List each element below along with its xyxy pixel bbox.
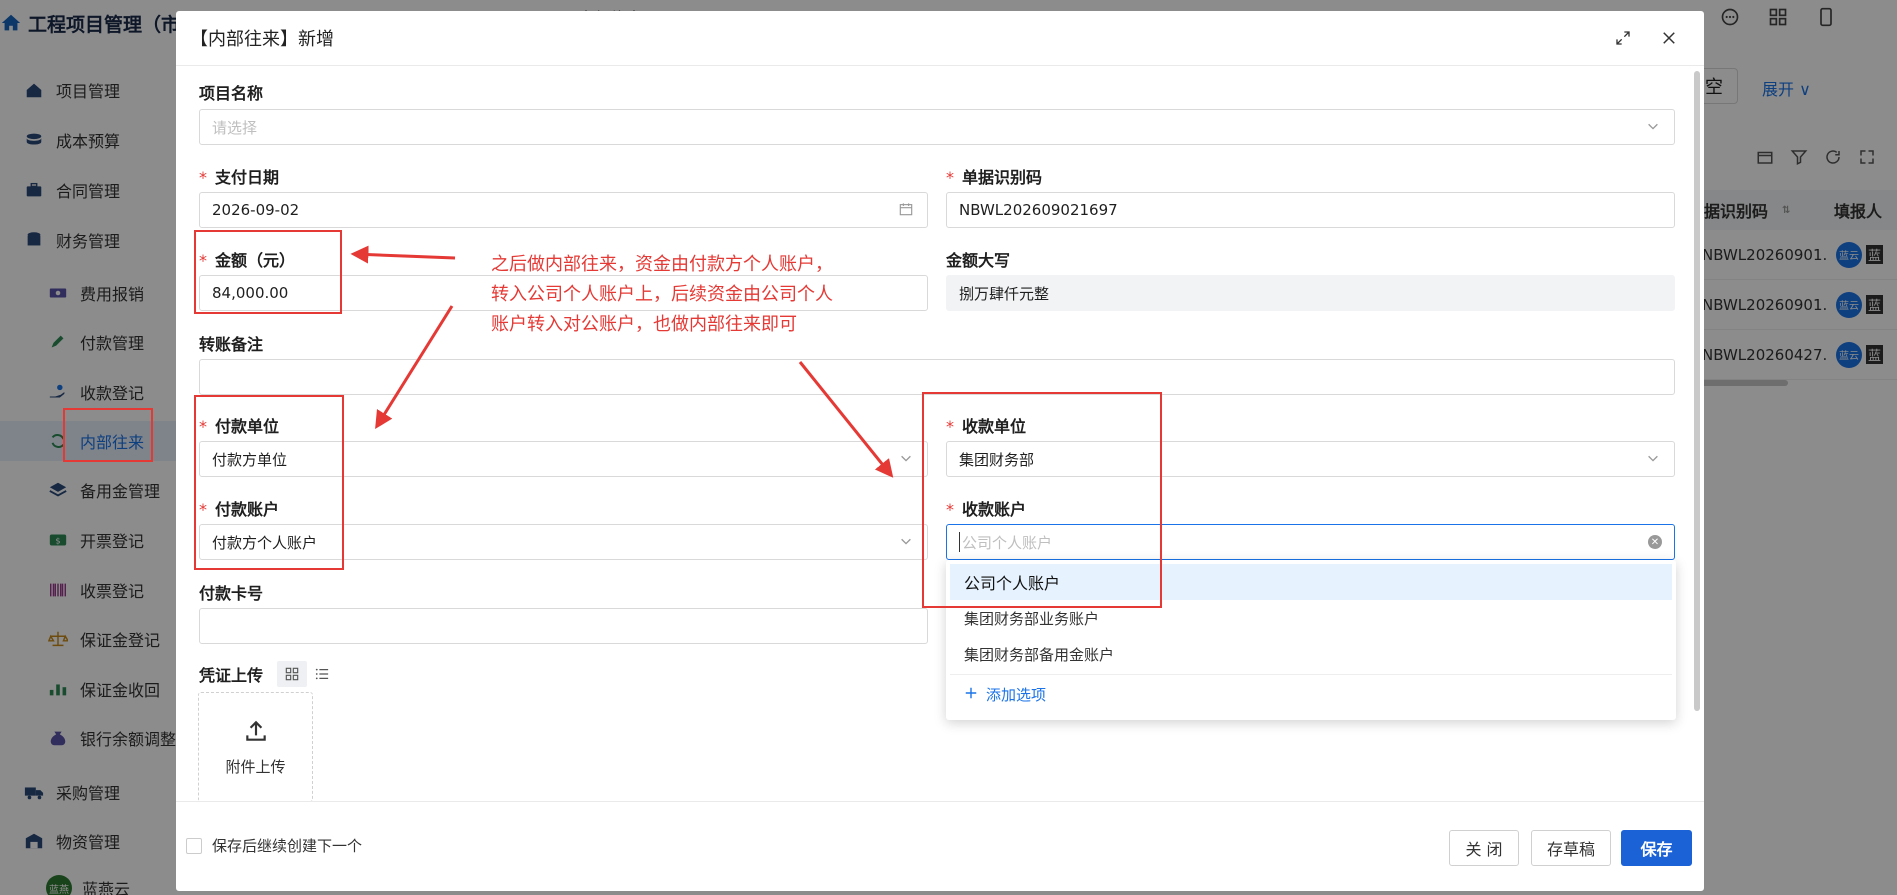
required-mark: * [199,251,207,270]
dropdown-option[interactable]: 公司个人账户 [950,564,1672,600]
modal-scrollbar[interactable] [1694,71,1700,711]
grid-view-icon[interactable] [277,661,307,687]
pay-date-value: 2026-09-02 [212,201,300,219]
payer-unit-label-text: 付款单位 [215,417,280,436]
annotation-line: 之后做内部往来，资金由付款方个人账户， [491,254,833,275]
required-mark: * [946,168,954,187]
payer-account-select[interactable]: 付款方个人账户 [199,524,928,560]
voucher-upload-label: 凭证上传 [199,666,264,685]
payer-account-label-text: 付款账户 [215,500,280,519]
doc-code-label: * 单据识别码 [946,164,1042,188]
card-no-label: 付款卡号 [199,584,264,603]
dropdown-option[interactable]: 集团财务部备用金账户 [950,636,1672,672]
payer-unit-select[interactable]: 付款方单位 [199,441,928,477]
list-view-icon[interactable] [307,661,337,687]
dropdown-option[interactable]: 集团财务部业务账户 [950,600,1672,636]
project-name-label: 项目名称 [199,84,264,103]
amount-label-text: 金额（元） [215,251,296,270]
payer-unit-value: 付款方单位 [212,450,288,469]
project-name-select[interactable]: 请选择 [199,109,1675,145]
payer-account-label: * 付款账户 [199,496,279,520]
payee-account-dropdown: 公司个人账户 集团财务部业务账户 集团财务部备用金账户 添加选项 [946,560,1676,720]
doc-code-value: NBWL202609021697 [959,201,1118,219]
attachment-upload-box[interactable]: 附件上传 [198,692,313,802]
upload-label: 附件上传 [225,757,286,776]
modal-footer: 保存后继续创建下一个 关 闭 存草稿 保存 [176,801,1704,891]
required-mark: * [199,168,207,187]
upload-icon [243,718,269,744]
amount-upper-field: 捌万肆仟元整 [946,275,1675,311]
transfer-remark-input[interactable] [199,359,1675,395]
payee-account-select[interactable]: 公司个人账户 ✕ [946,524,1675,560]
pay-date-label-text: 支付日期 [215,168,280,187]
amount-label: * 金额（元） [199,247,295,271]
text-caret [959,532,960,552]
payer-account-value: 付款方个人账户 [212,533,318,552]
plus-icon [964,686,978,704]
card-no-input[interactable] [199,608,928,644]
save-draft-button[interactable]: 存草稿 [1531,830,1611,866]
annotation-note: 之后做内部往来，资金由付款方个人账户， 转入公司个人账户上，后续资金由公司个人 … [491,250,911,340]
save-button[interactable]: 保存 [1621,830,1692,866]
payee-unit-label: * 收款单位 [946,413,1026,437]
payee-unit-value: 集团财务部 [959,450,1035,469]
chevron-down-icon [1646,119,1662,135]
continue-create-label: 保存后继续创建下一个 [212,837,363,855]
doc-code-input[interactable]: NBWL202609021697 [946,192,1675,228]
close-button[interactable]: 关 闭 [1449,830,1519,866]
annotation-line: 转入公司个人账户上，后续资金由公司个人 [491,284,833,305]
chevron-down-icon [899,451,915,467]
modal-title: 【内部往来】新增 [190,29,334,50]
project-name-placeholder: 请选择 [212,118,258,137]
payer-unit-label: * 付款单位 [199,413,279,437]
checkbox[interactable] [186,837,202,854]
expand-icon[interactable] [1612,27,1634,49]
chevron-down-icon [899,534,915,550]
close-icon[interactable] [1658,27,1680,49]
transfer-remark-label: 转账备注 [199,335,264,354]
payee-account-label: * 收款账户 [946,496,1026,520]
chevron-down-icon [1646,451,1662,467]
add-option-label: 添加选项 [986,686,1047,704]
pay-date-label: * 支付日期 [199,164,279,188]
calendar-icon[interactable] [899,202,915,218]
pay-date-input[interactable]: 2026-09-02 [199,192,928,228]
continue-create-checkbox[interactable]: 保存后继续创建下一个 [186,835,362,856]
required-mark: * [946,500,954,519]
clear-icon[interactable]: ✕ [1648,535,1662,549]
modal-tools [1612,27,1680,49]
upload-view-toggle [277,661,337,687]
payee-account-placeholder: 公司个人账户 [962,533,1053,552]
payee-unit-select[interactable]: 集团财务部 [946,441,1675,477]
required-mark: * [199,500,207,519]
amount-value: 84,000.00 [212,284,289,302]
payee-unit-label-text: 收款单位 [962,417,1027,436]
amount-upper-value: 捌万肆仟元整 [959,284,1050,303]
annotation-line: 账户转入对公账户，也做内部往来即可 [491,314,797,335]
required-mark: * [946,417,954,436]
add-option-button[interactable]: 添加选项 [950,674,1672,714]
modal-header: 【内部往来】新增 [176,11,1704,66]
payee-account-label-text: 收款账户 [962,500,1027,519]
doc-code-label-text: 单据识别码 [962,168,1043,187]
required-mark: * [199,417,207,436]
amount-upper-label: 金额大写 [946,251,1011,270]
